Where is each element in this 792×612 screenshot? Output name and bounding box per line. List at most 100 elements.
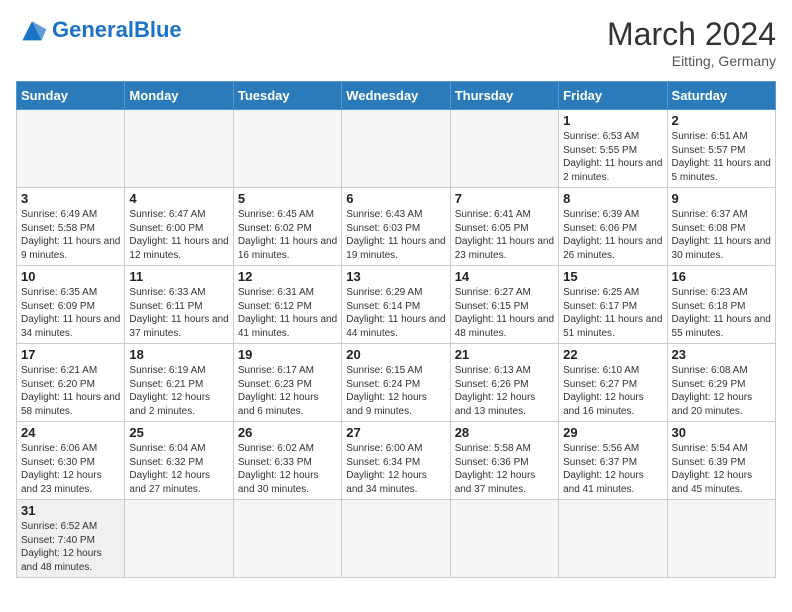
- day-info: Sunrise: 6:29 AM Sunset: 6:14 PM Dayligh…: [346, 286, 445, 340]
- weekday-header-tuesday: Tuesday: [233, 82, 341, 110]
- calendar-cell: 27 Sunrise: 6:00 AM Sunset: 6:34 PM Dayli…: [342, 422, 450, 500]
- weekday-header-thursday: Thursday: [450, 82, 558, 110]
- day-number: 31: [21, 503, 120, 518]
- day-info: Sunrise: 6:43 AM Sunset: 6:03 PM Dayligh…: [346, 208, 445, 262]
- logo: GeneralBlue: [16, 16, 182, 44]
- logo-icon: [16, 16, 48, 44]
- day-info: Sunrise: 6:02 AM Sunset: 6:33 PM Dayligh…: [238, 442, 337, 496]
- day-number: 10: [21, 269, 120, 284]
- calendar-table: SundayMondayTuesdayWednesdayThursdayFrid…: [16, 81, 776, 578]
- calendar-cell: 29Sunrise: 5:56 AM Sunset: 6:37 PM Dayli…: [559, 422, 667, 500]
- calendar-week-row: 31 Sunrise: 6:52 AM Sunset: 7:40 PM Dayli…: [17, 500, 776, 578]
- day-info: Sunrise: 6:49 AM Sunset: 5:58 PM Dayligh…: [21, 208, 120, 262]
- calendar-cell: [342, 110, 450, 188]
- calendar-cell: 19 Sunrise: 6:17 AM Sunset: 6:23 PM Dayli…: [233, 344, 341, 422]
- day-number: 23: [672, 347, 771, 362]
- calendar-cell: [233, 110, 341, 188]
- day-number: 17: [21, 347, 120, 362]
- day-info: Sunrise: 6:31 AM Sunset: 6:12 PM Dayligh…: [238, 286, 337, 340]
- day-info: Sunrise: 6:08 AM Sunset: 6:29 PM Dayligh…: [672, 364, 771, 418]
- day-number: 2: [672, 113, 771, 128]
- calendar-cell: 28Sunrise: 5:58 AM Sunset: 6:36 PM Dayli…: [450, 422, 558, 500]
- day-number: 26: [238, 425, 337, 440]
- day-info: Sunrise: 6:52 AM Sunset: 7:40 PM Dayligh…: [21, 520, 120, 574]
- day-number: 11: [129, 269, 228, 284]
- location-subtitle: Eitting, Germany: [607, 53, 776, 69]
- day-info: Sunrise: 6:23 AM Sunset: 6:18 PM Dayligh…: [672, 286, 771, 340]
- weekday-header-wednesday: Wednesday: [342, 82, 450, 110]
- day-info: Sunrise: 6:19 AM Sunset: 6:21 PM Dayligh…: [129, 364, 228, 418]
- month-year-title: March 2024: [607, 16, 776, 53]
- day-info: Sunrise: 6:51 AM Sunset: 5:57 PM Dayligh…: [672, 130, 771, 184]
- day-number: 13: [346, 269, 445, 284]
- day-number: 19: [238, 347, 337, 362]
- calendar-cell: 3 Sunrise: 6:49 AM Sunset: 5:58 PM Daylig…: [17, 188, 125, 266]
- day-info: Sunrise: 6:53 AM Sunset: 5:55 PM Dayligh…: [563, 130, 662, 184]
- day-number: 12: [238, 269, 337, 284]
- day-number: 20: [346, 347, 445, 362]
- calendar-cell: 11Sunrise: 6:33 AM Sunset: 6:11 PM Dayli…: [125, 266, 233, 344]
- day-info: Sunrise: 6:17 AM Sunset: 6:23 PM Dayligh…: [238, 364, 337, 418]
- day-number: 3: [21, 191, 120, 206]
- calendar-cell: 2 Sunrise: 6:51 AM Sunset: 5:57 PM Daylig…: [667, 110, 775, 188]
- day-info: Sunrise: 6:06 AM Sunset: 6:30 PM Dayligh…: [21, 442, 120, 496]
- day-number: 24: [21, 425, 120, 440]
- calendar-week-row: 1 Sunrise: 6:53 AM Sunset: 5:55 PM Daylig…: [17, 110, 776, 188]
- calendar-cell: 30 Sunrise: 5:54 AM Sunset: 6:39 PM Dayli…: [667, 422, 775, 500]
- day-number: 22: [563, 347, 662, 362]
- day-number: 1: [563, 113, 662, 128]
- calendar-cell: 20Sunrise: 6:15 AM Sunset: 6:24 PM Dayli…: [342, 344, 450, 422]
- day-info: Sunrise: 5:54 AM Sunset: 6:39 PM Dayligh…: [672, 442, 771, 496]
- calendar-cell: 16 Sunrise: 6:23 AM Sunset: 6:18 PM Dayli…: [667, 266, 775, 344]
- day-info: Sunrise: 6:27 AM Sunset: 6:15 PM Dayligh…: [455, 286, 554, 340]
- day-number: 21: [455, 347, 554, 362]
- calendar-cell: 8 Sunrise: 6:39 AM Sunset: 6:06 PM Daylig…: [559, 188, 667, 266]
- day-info: Sunrise: 6:39 AM Sunset: 6:06 PM Dayligh…: [563, 208, 662, 262]
- calendar-cell: 18Sunrise: 6:19 AM Sunset: 6:21 PM Dayli…: [125, 344, 233, 422]
- calendar-cell: [125, 110, 233, 188]
- day-number: 27: [346, 425, 445, 440]
- day-info: Sunrise: 6:04 AM Sunset: 6:32 PM Dayligh…: [129, 442, 228, 496]
- calendar-cell: 14Sunrise: 6:27 AM Sunset: 6:15 PM Dayli…: [450, 266, 558, 344]
- day-info: Sunrise: 5:56 AM Sunset: 6:37 PM Dayligh…: [563, 442, 662, 496]
- logo-blue: Blue: [134, 17, 182, 42]
- day-number: 28: [455, 425, 554, 440]
- calendar-cell: 4Sunrise: 6:47 AM Sunset: 6:00 PM Daylig…: [125, 188, 233, 266]
- day-info: Sunrise: 6:37 AM Sunset: 6:08 PM Dayligh…: [672, 208, 771, 262]
- day-number: 5: [238, 191, 337, 206]
- day-info: Sunrise: 6:41 AM Sunset: 6:05 PM Dayligh…: [455, 208, 554, 262]
- weekday-header-row: SundayMondayTuesdayWednesdayThursdayFrid…: [17, 82, 776, 110]
- day-number: 9: [672, 191, 771, 206]
- day-number: 8: [563, 191, 662, 206]
- day-number: 16: [672, 269, 771, 284]
- calendar-cell: 13 Sunrise: 6:29 AM Sunset: 6:14 PM Dayli…: [342, 266, 450, 344]
- calendar-cell: 9 Sunrise: 6:37 AM Sunset: 6:08 PM Daylig…: [667, 188, 775, 266]
- calendar-cell: 10 Sunrise: 6:35 AM Sunset: 6:09 PM Dayli…: [17, 266, 125, 344]
- day-info: Sunrise: 6:00 AM Sunset: 6:34 PM Dayligh…: [346, 442, 445, 496]
- day-info: Sunrise: 6:47 AM Sunset: 6:00 PM Dayligh…: [129, 208, 228, 262]
- day-info: Sunrise: 6:21 AM Sunset: 6:20 PM Dayligh…: [21, 364, 120, 418]
- weekday-header-sunday: Sunday: [17, 82, 125, 110]
- logo-general: General: [52, 17, 134, 42]
- calendar-cell: 31 Sunrise: 6:52 AM Sunset: 7:40 PM Dayli…: [17, 500, 125, 578]
- calendar-cell: 26 Sunrise: 6:02 AM Sunset: 6:33 PM Dayli…: [233, 422, 341, 500]
- calendar-cell: 5 Sunrise: 6:45 AM Sunset: 6:02 PM Daylig…: [233, 188, 341, 266]
- calendar-cell: 6Sunrise: 6:43 AM Sunset: 6:03 PM Daylig…: [342, 188, 450, 266]
- calendar-cell: 23 Sunrise: 6:08 AM Sunset: 6:29 PM Dayli…: [667, 344, 775, 422]
- day-info: Sunrise: 6:10 AM Sunset: 6:27 PM Dayligh…: [563, 364, 662, 418]
- calendar-cell: 15Sunrise: 6:25 AM Sunset: 6:17 PM Dayli…: [559, 266, 667, 344]
- day-number: 15: [563, 269, 662, 284]
- day-number: 30: [672, 425, 771, 440]
- day-info: Sunrise: 6:35 AM Sunset: 6:09 PM Dayligh…: [21, 286, 120, 340]
- calendar-cell: 22 Sunrise: 6:10 AM Sunset: 6:27 PM Dayli…: [559, 344, 667, 422]
- calendar-cell: [450, 500, 558, 578]
- calendar-cell: 25Sunrise: 6:04 AM Sunset: 6:32 PM Dayli…: [125, 422, 233, 500]
- calendar-cell: 17 Sunrise: 6:21 AM Sunset: 6:20 PM Dayli…: [17, 344, 125, 422]
- calendar-cell: [559, 500, 667, 578]
- calendar-week-row: 3 Sunrise: 6:49 AM Sunset: 5:58 PM Daylig…: [17, 188, 776, 266]
- weekday-header-saturday: Saturday: [667, 82, 775, 110]
- calendar-cell: [342, 500, 450, 578]
- calendar-cell: 21Sunrise: 6:13 AM Sunset: 6:26 PM Dayli…: [450, 344, 558, 422]
- day-info: Sunrise: 6:45 AM Sunset: 6:02 PM Dayligh…: [238, 208, 337, 262]
- calendar-cell: 24 Sunrise: 6:06 AM Sunset: 6:30 PM Dayli…: [17, 422, 125, 500]
